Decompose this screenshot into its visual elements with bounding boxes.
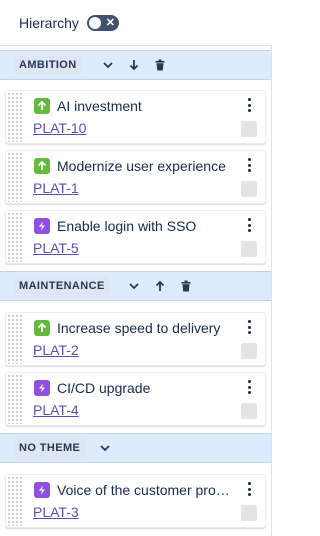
item-title: Modernize user experience bbox=[57, 158, 226, 174]
more-icon[interactable] bbox=[245, 156, 253, 174]
item-title: AI investment bbox=[57, 98, 142, 114]
trash-icon[interactable] bbox=[150, 55, 170, 75]
close-icon: ✕ bbox=[105, 16, 115, 29]
item-title: Voice of the customer program bbox=[57, 482, 232, 498]
drag-handle[interactable] bbox=[7, 212, 23, 262]
checkbox[interactable] bbox=[241, 181, 257, 197]
group-header-maintenance: MAINTENANCE bbox=[0, 271, 272, 301]
more-icon[interactable] bbox=[245, 480, 253, 498]
more-icon[interactable] bbox=[245, 378, 253, 396]
issue-key-link[interactable]: PLAT-3 bbox=[33, 504, 79, 520]
story-icon bbox=[34, 158, 50, 174]
more-icon[interactable] bbox=[245, 318, 253, 336]
list-item[interactable]: AI investment PLAT-10 bbox=[5, 90, 266, 144]
checkbox[interactable] bbox=[241, 505, 257, 521]
hierarchy-toggle[interactable]: ✕ bbox=[86, 14, 119, 31]
epic-icon bbox=[34, 380, 50, 396]
checkbox[interactable] bbox=[241, 241, 257, 257]
arrow-down-icon[interactable] bbox=[124, 55, 144, 75]
hierarchy-bar: Hierarchy ✕ bbox=[0, 0, 272, 46]
story-icon bbox=[34, 98, 50, 114]
epic-icon bbox=[34, 218, 50, 234]
drag-handle[interactable] bbox=[7, 374, 23, 424]
more-icon[interactable] bbox=[245, 96, 253, 114]
checkbox[interactable] bbox=[241, 403, 257, 419]
drag-handle[interactable] bbox=[7, 92, 23, 142]
epic-icon bbox=[34, 482, 50, 498]
drag-handle[interactable] bbox=[7, 476, 23, 526]
item-title: Enable login with SSO bbox=[57, 218, 197, 234]
chevron-down-icon[interactable] bbox=[95, 438, 115, 458]
group-name: AMBITION bbox=[14, 56, 82, 74]
trash-icon[interactable] bbox=[176, 276, 196, 296]
drag-handle[interactable] bbox=[7, 152, 23, 202]
issue-key-link[interactable]: PLAT-1 bbox=[33, 180, 79, 196]
hierarchy-label: Hierarchy bbox=[19, 14, 79, 31]
issue-key-link[interactable]: PLAT-2 bbox=[33, 342, 79, 358]
issue-key-link[interactable]: PLAT-5 bbox=[33, 240, 79, 256]
list-item[interactable]: Increase speed to delivery PLAT-2 bbox=[5, 312, 266, 366]
chevron-down-icon[interactable] bbox=[124, 276, 144, 296]
more-icon[interactable] bbox=[245, 216, 253, 234]
panel-border bbox=[271, 46, 272, 536]
group-name: MAINTENANCE bbox=[14, 277, 110, 295]
chevron-down-icon[interactable] bbox=[98, 55, 118, 75]
checkbox[interactable] bbox=[241, 121, 257, 137]
list-item[interactable]: Voice of the customer program PLAT-3 bbox=[5, 474, 266, 528]
issue-key-link[interactable]: PLAT-10 bbox=[33, 120, 86, 136]
checkbox[interactable] bbox=[241, 343, 257, 359]
arrow-up-icon[interactable] bbox=[150, 276, 170, 296]
item-title: CI/CD upgrade bbox=[57, 380, 151, 396]
list-item[interactable]: Enable login with SSO PLAT-5 bbox=[5, 210, 266, 264]
group-header-no-theme: NO THEME bbox=[0, 433, 272, 463]
item-title: Increase speed to delivery bbox=[57, 320, 221, 336]
list-item[interactable]: CI/CD upgrade PLAT-4 bbox=[5, 372, 266, 426]
story-icon bbox=[34, 320, 50, 336]
toggle-knob bbox=[88, 16, 101, 29]
list-item[interactable]: Modernize user experience PLAT-1 bbox=[5, 150, 266, 204]
drag-handle[interactable] bbox=[7, 314, 23, 364]
group-name: NO THEME bbox=[14, 439, 86, 457]
group-header-ambition: AMBITION bbox=[0, 50, 272, 80]
issue-key-link[interactable]: PLAT-4 bbox=[33, 402, 79, 418]
